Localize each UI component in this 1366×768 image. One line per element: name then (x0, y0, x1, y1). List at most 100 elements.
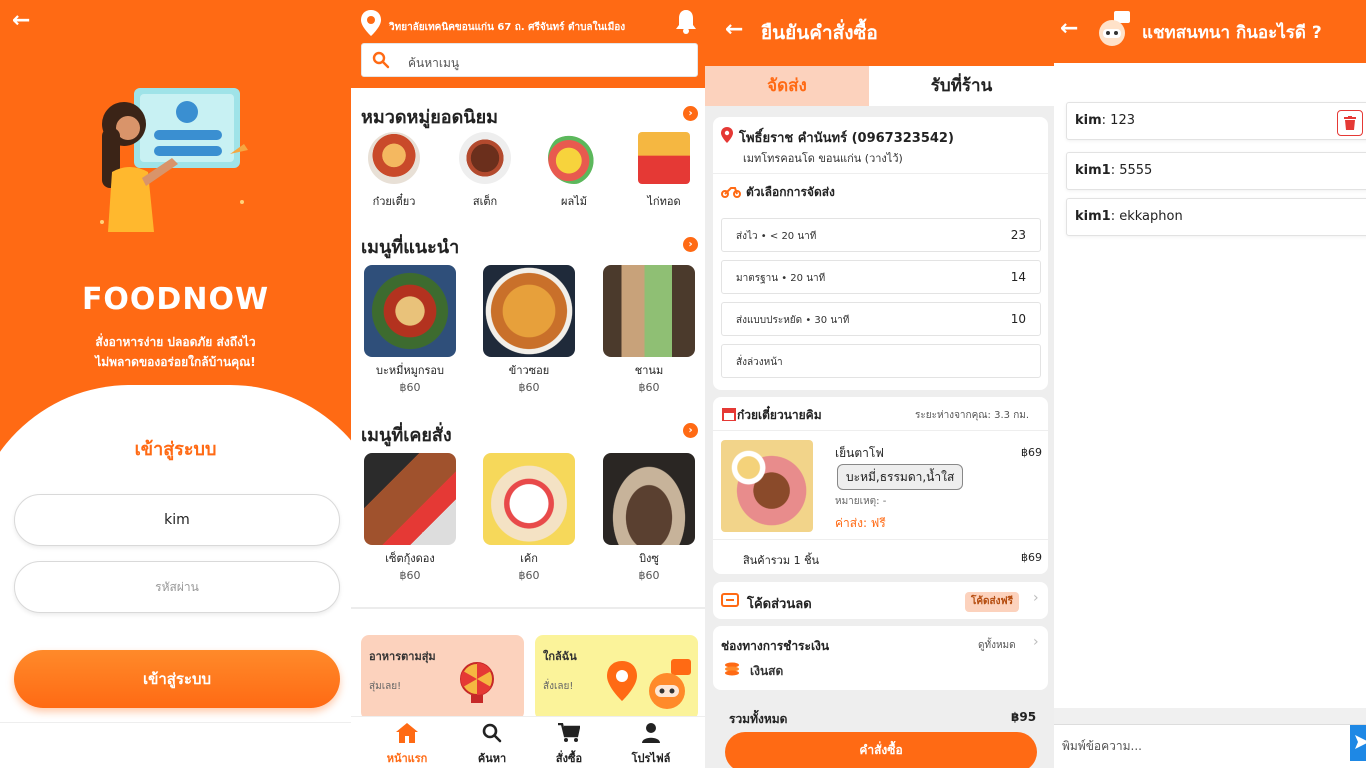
tab-delivery[interactable]: จัดส่ง (705, 66, 869, 106)
chat-header: ← แชทสนทนา กินอะไรดี ? (1054, 0, 1366, 63)
near-me-card[interactable]: ใกล้ฉัน สั่งเลย! (535, 635, 698, 720)
message-text: 5555 (1119, 163, 1153, 178)
chevron-right-icon[interactable]: › (683, 423, 698, 438)
nav-search[interactable]: ค้นหา (452, 723, 532, 767)
message-user: kim1 (1075, 163, 1111, 178)
section-title-ordered: เมนูที่เคยสั่ง (361, 425, 452, 446)
delivery-address[interactable]: วิทยาลัยเทคนิคขอนแก่น 67 ถ. ศรีจันทร์ ตำ… (389, 20, 625, 35)
store-icon (722, 408, 736, 421)
nav-orders[interactable]: สั่งซื้อ (529, 722, 609, 767)
search-bar[interactable]: ค้นหาเมนู (361, 43, 698, 77)
back-arrow-icon[interactable]: ← (12, 8, 30, 33)
home-header: วิทยาลัยเทคนิคขอนแก่น 67 ถ. ศรีจันทร์ ตำ… (351, 0, 705, 88)
message-text: ekkaphon (1119, 209, 1183, 224)
password-input[interactable]: รหัสผ่าน (14, 561, 340, 613)
option-label: สั่งล่วงหน้า (736, 357, 783, 368)
divider (713, 430, 1048, 431)
category-noodles[interactable]: ก๋วยเตี๋ยว (359, 132, 429, 210)
dish-note: หมายเหตุ: - (835, 496, 887, 507)
user-icon (642, 723, 660, 743)
divider (713, 539, 1048, 540)
option-label: ส่งแบบประหยัด • 30 นาที (736, 315, 850, 326)
food-card[interactable]: ชานม ฿60 (603, 265, 695, 394)
food-image (364, 265, 456, 357)
discount-badge: โค้ดส่งฟรี (965, 592, 1019, 612)
food-name: ชานม (634, 364, 664, 377)
delivery-tabs: จัดส่ง รับที่ร้าน (705, 66, 1054, 106)
chat-message: kim: 123 (1066, 102, 1366, 140)
payment-view-all[interactable]: ดูทั้งหมด (978, 638, 1016, 653)
place-order-button[interactable]: คำสั่งซื้อ (725, 732, 1037, 768)
section-title-recommended: เมนูที่แนะนำ (361, 237, 460, 258)
random-food-card[interactable]: อาหารตามสุ่ม สุ่มเลย! (361, 635, 524, 720)
nav-profile[interactable]: โปรไฟล์ (611, 723, 691, 767)
login-button[interactable]: เข้าสู่ระบบ (14, 650, 340, 708)
login-screen: ← FOODNOW สั่งอาหารง่าย ปลอดภัย ส่งถึงไว… (0, 0, 351, 768)
chat-screen: ← แชทสนทนา กินอะไรดี ? kim: 123 kim1: 55… (1054, 0, 1366, 768)
trash-icon (1344, 116, 1356, 130)
delete-message-button[interactable] (1337, 110, 1363, 136)
delivery-option-economy[interactable]: ส่งแบบประหยัด • 30 นาที 10 (721, 302, 1041, 336)
prize-wheel-icon (460, 662, 494, 703)
fruit-icon (548, 132, 600, 184)
back-arrow-icon[interactable]: ← (1060, 16, 1078, 41)
chat-title: แชทสนทนา กินอะไรดี ? (1142, 23, 1322, 43)
receiver-name: โพธิ์ยราช คำนันทร์ (0967323542) (739, 131, 954, 146)
chevron-right-icon[interactable]: › (683, 106, 698, 121)
food-name: เซ็ตกุ้งดอง (385, 552, 435, 565)
category-label: ไก่ทอด (647, 195, 681, 208)
delivery-options-title: ตัวเลือกการจัดส่ง (746, 185, 835, 199)
promo-title: อาหารตามสุ่ม (369, 650, 436, 663)
food-price: ฿60 (399, 381, 421, 394)
nav-label: หน้าแรก (386, 752, 428, 765)
option-price: 10 (1010, 312, 1026, 326)
food-card[interactable]: บิงซู ฿60 (603, 453, 695, 582)
tagline-line-1: สั่งอาหารง่าย ปลอดภัย ส่งถึงไว (95, 335, 256, 349)
tab-pickup[interactable]: รับที่ร้าน (869, 66, 1054, 106)
food-price: ฿60 (638, 569, 660, 582)
username-input[interactable]: kim (14, 494, 340, 546)
search-input[interactable]: ค้นหาเมนู (408, 54, 459, 73)
shop-distance: ระยะห่างจากคุณ: 3.3 กม. (915, 410, 1030, 421)
promo-subtitle: สั่งเลย! (543, 681, 574, 692)
brand-logo-text: FOODNOW (81, 282, 270, 317)
option-label: มาตรฐาน • 20 นาที (736, 273, 826, 284)
search-icon (372, 51, 390, 69)
chevron-right-icon[interactable]: › (683, 237, 698, 252)
chat-message: kim1: ekkaphon (1066, 198, 1366, 236)
map-pin-icon (607, 661, 637, 701)
coins-icon (725, 662, 739, 676)
delivery-option-standard[interactable]: มาตรฐาน • 20 นาที 14 (721, 260, 1041, 294)
login-illustration (100, 88, 248, 232)
section-title-categories: หมวดหมู่ยอดนิยม (361, 107, 499, 128)
send-button[interactable] (1350, 725, 1366, 761)
food-image (483, 265, 575, 357)
back-arrow-icon[interactable]: ← (725, 17, 743, 42)
bell-icon[interactable] (675, 8, 697, 34)
chevron-right-icon[interactable]: › (1033, 634, 1039, 650)
category-steak[interactable]: สเต็ก (450, 132, 520, 210)
food-price: ฿60 (399, 569, 421, 582)
discount-label: โค้ดส่วนลด (747, 597, 812, 612)
food-card[interactable]: บะหมี่หมูกรอบ ฿60 (364, 265, 456, 394)
option-price: 23 (1010, 228, 1026, 242)
coupon-icon (721, 593, 739, 607)
dish-options-tag: บะหมี่,ธรรมดา,น้ำใส (837, 464, 964, 490)
food-card[interactable]: เซ็ตกุ้งดอง ฿60 (364, 453, 456, 582)
message-input[interactable]: พิมพ์ข้อความ... (1062, 737, 1142, 756)
dish-image (721, 440, 813, 532)
delivery-option-schedule[interactable]: สั่งล่วงหน้า (721, 344, 1041, 378)
food-price: ฿60 (638, 381, 660, 394)
category-fruit[interactable]: ผลไม้ (539, 132, 609, 210)
chat-message: kim1: 5555 (1066, 152, 1366, 190)
food-card[interactable]: ข้าวซอย ฿60 (483, 265, 575, 394)
fried-chicken-icon (638, 132, 690, 184)
send-icon (1355, 735, 1366, 749)
chevron-right-icon[interactable]: › (1033, 590, 1039, 606)
steak-icon (459, 132, 511, 184)
search-icon (482, 723, 502, 743)
category-fried-chicken[interactable]: ไก่ทอด (629, 132, 699, 210)
food-card[interactable]: เค้ก ฿60 (483, 453, 575, 582)
nav-home[interactable]: หน้าแรก (367, 723, 447, 767)
delivery-option-fast[interactable]: ส่งไว • < 20 นาที 23 (721, 218, 1041, 252)
